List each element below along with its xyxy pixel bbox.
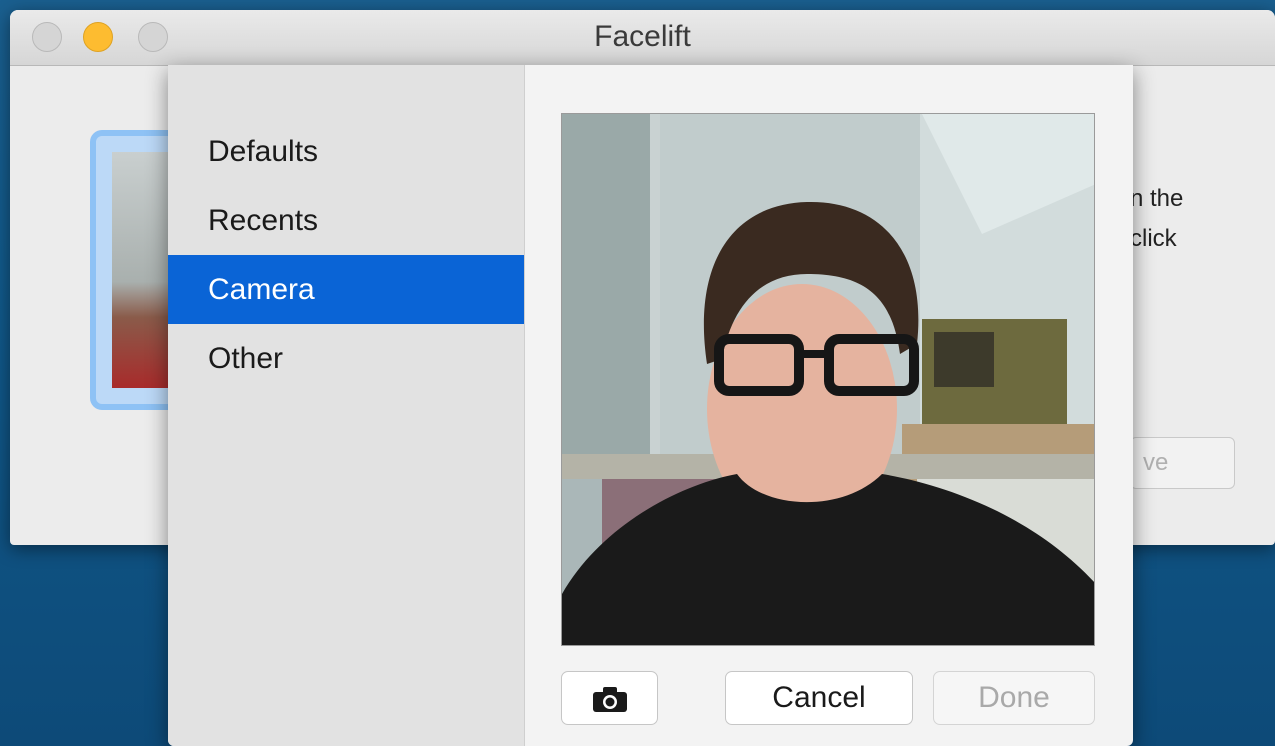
camera-preview-graphic <box>562 114 1094 645</box>
instruction-text-line-1: n the <box>1130 185 1184 212</box>
done-button[interactable]: Done <box>933 671 1095 725</box>
camera-preview <box>561 113 1095 646</box>
cancel-button[interactable]: Cancel <box>725 671 913 725</box>
instruction-text-line-2: click <box>1130 225 1177 252</box>
camera-icon <box>592 687 627 713</box>
image-picker-sheet: Defaults Recents Camera Other Cancel Don… <box>168 65 1133 746</box>
source-sidebar: Defaults Recents Camera Other <box>168 65 525 746</box>
save-button[interactable]: ve <box>1130 437 1235 489</box>
sidebar-item-recents[interactable]: Recents <box>168 186 524 255</box>
sidebar-item-other[interactable]: Other <box>168 324 524 393</box>
title-bar: Facelift <box>10 10 1275 66</box>
take-photo-button[interactable] <box>561 671 658 725</box>
sidebar-item-camera[interactable]: Camera <box>168 255 524 324</box>
window-title: Facelift <box>594 20 691 53</box>
sidebar-item-defaults[interactable]: Defaults <box>168 117 524 186</box>
